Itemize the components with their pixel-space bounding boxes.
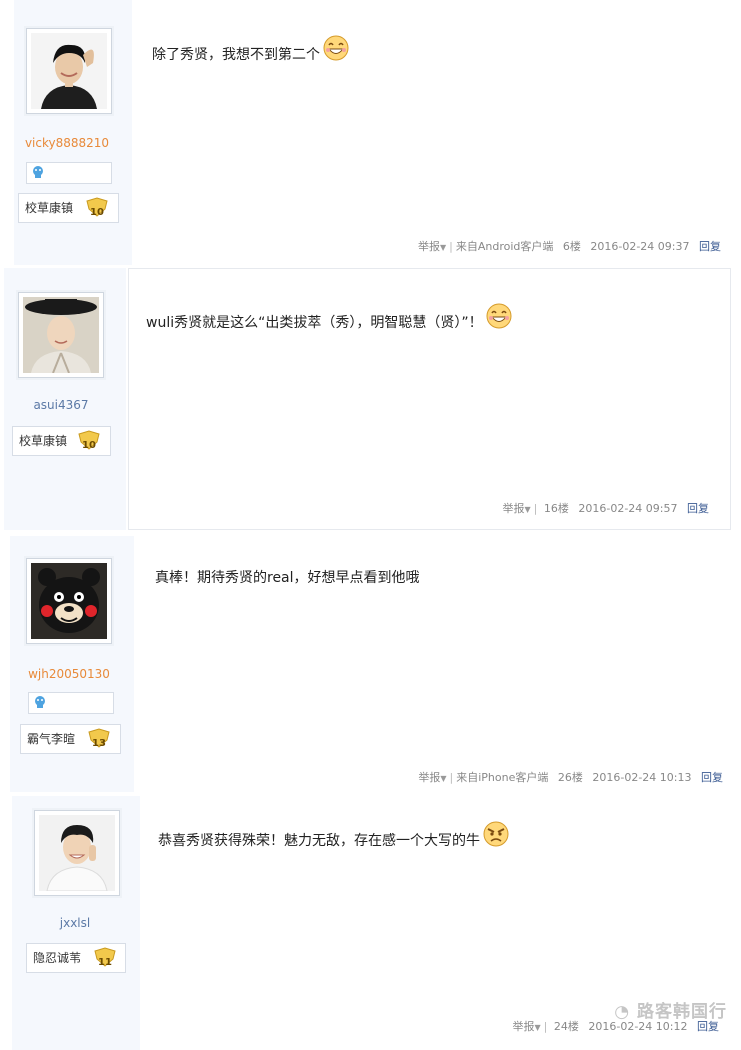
caret-down-icon: ▼ xyxy=(524,505,531,514)
grin-emoji-icon xyxy=(486,303,512,329)
post-floor-6: vicky8888210 校草康镇 10 除了秀贤，我想不到第二个 举报▼ | 来自… xyxy=(0,0,741,265)
caret-down-icon: ▼ xyxy=(534,1023,541,1032)
post-body xyxy=(128,268,731,530)
medal-label: 校草康镇 xyxy=(19,434,68,448)
avatar[interactable] xyxy=(26,28,112,114)
reply-link[interactable]: 回复 xyxy=(701,771,723,784)
medal-level-icon: 11 xyxy=(93,947,117,968)
avatar[interactable] xyxy=(18,292,104,378)
reply-link[interactable]: 回复 xyxy=(687,502,709,515)
username[interactable]: wjh20050130 xyxy=(14,667,124,681)
floor-number: 24楼 xyxy=(553,1020,579,1033)
avatar-image xyxy=(39,815,115,891)
avatar[interactable] xyxy=(34,810,120,896)
post-floor-26: wjh20050130 霸气李暄 13 真棒！期待秀贤的real，好想早点看到他… xyxy=(0,536,741,792)
report-link[interactable]: 举报 xyxy=(418,771,440,784)
watermark: ◔ 路客韩国行 xyxy=(614,1002,727,1022)
avatar-image xyxy=(23,297,99,373)
angry-emoji-icon xyxy=(483,821,509,847)
floor-number: 16楼 xyxy=(543,502,569,515)
post-source: 来自Android客户端 xyxy=(455,240,554,253)
floor-number: 6楼 xyxy=(562,240,581,253)
post-meta: 举报▼ | 16楼 2016-02-24 09:57 回复 xyxy=(502,502,710,515)
grin-emoji-icon xyxy=(323,35,349,61)
wechat-icon: ◔ xyxy=(614,1002,631,1022)
medal-label: 隐忍诚苇 xyxy=(33,951,82,965)
post-floor-16: asui4367 校草康镇 10 wuli秀贤就是这么“出类拔萃（秀），明智聪慧… xyxy=(0,268,741,530)
avatar-image xyxy=(31,33,107,109)
reply-link[interactable]: 回复 xyxy=(699,240,721,253)
caret-down-icon: ▼ xyxy=(439,243,447,252)
post-timestamp: 2016-02-24 09:57 xyxy=(578,502,678,515)
post-content: 恭喜秀贤获得殊荣！魅力无敌，存在感一个大写的牛 xyxy=(158,821,510,850)
medal-level-icon: 10 xyxy=(77,430,101,451)
username[interactable]: vicky8888210 xyxy=(12,136,122,150)
gem-badge-row xyxy=(28,692,114,714)
gem-icon xyxy=(35,696,45,708)
gem-badge-row xyxy=(26,162,112,184)
medal-badge: 校草康镇 10 xyxy=(18,193,119,223)
report-link[interactable]: 举报 xyxy=(513,1020,535,1033)
floor-number: 26楼 xyxy=(557,771,583,784)
medal-badge: 隐忍诚苇 11 xyxy=(26,943,126,973)
medal-badge: 霸气李暄 13 xyxy=(20,724,121,754)
gem-icon xyxy=(33,166,43,178)
post-timestamp: 2016-02-24 10:13 xyxy=(592,771,692,784)
medal-level-icon: 10 xyxy=(85,197,109,218)
report-link[interactable]: 举报 xyxy=(418,240,440,253)
report-link[interactable]: 举报 xyxy=(503,502,525,515)
medal-label: 霸气李暄 xyxy=(27,732,76,746)
medal-label: 校草康镇 xyxy=(25,201,74,215)
post-content: wuli秀贤就是这么“出类拔萃（秀），明智聪慧（贤）”！ xyxy=(146,303,513,332)
post-source: 来自iPhone客户端 xyxy=(456,771,549,784)
medal-level-icon: 13 xyxy=(87,728,111,749)
avatar[interactable] xyxy=(26,558,112,644)
medal-badge: 校草康镇 10 xyxy=(12,426,111,456)
post-meta: 举报▼ | 来自iPhone客户端 26楼 2016-02-24 10:13 回复 xyxy=(418,771,723,784)
caret-down-icon: ▼ xyxy=(440,774,447,783)
post-content: 除了秀贤，我想不到第二个 xyxy=(152,35,350,64)
username[interactable]: asui4367 xyxy=(6,398,116,412)
avatar-image xyxy=(31,563,107,639)
post-timestamp: 2016-02-24 09:37 xyxy=(590,240,690,253)
post-content: 真棒！期待秀贤的real，好想早点看到他哦 xyxy=(155,570,420,586)
post-meta: 举报▼ | 来自Android客户端 6楼 2016-02-24 09:37 回复 xyxy=(417,240,721,253)
username[interactable]: jxxlsl xyxy=(20,916,130,930)
